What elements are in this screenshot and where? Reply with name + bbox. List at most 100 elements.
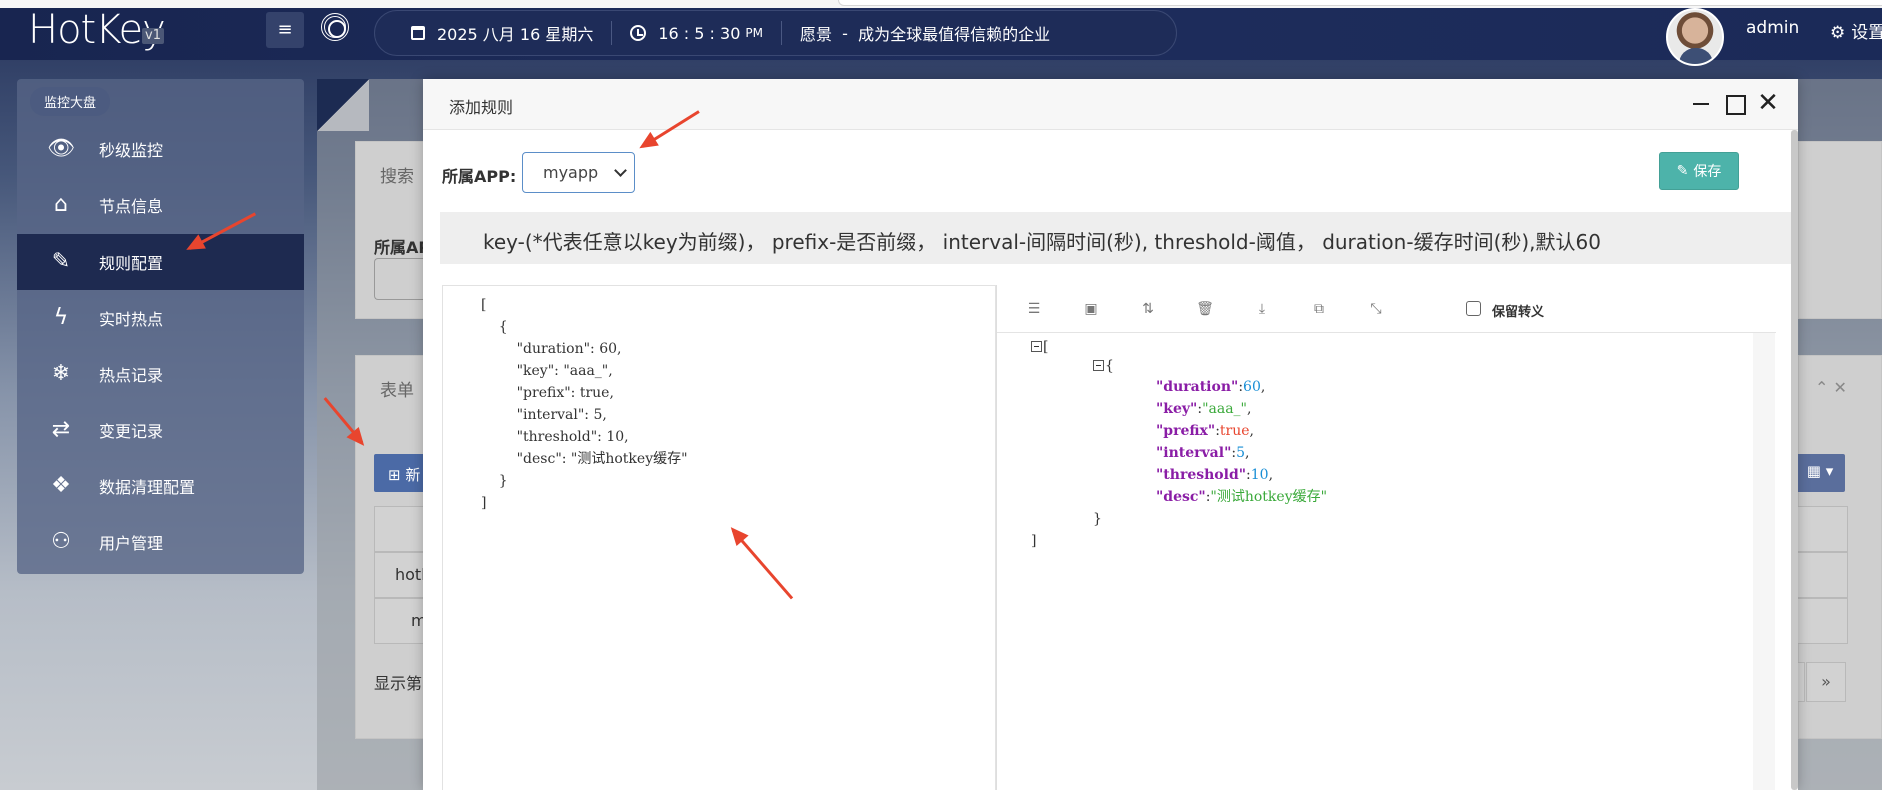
sidebar-item-realtime-hot[interactable]: ϟ 实时热点 <box>17 290 304 346</box>
json-key: "duration" <box>1156 379 1239 395</box>
editor-content[interactable]: [ { "duration": 60, "key": "aaa_", "pref… <box>481 294 688 514</box>
json-value: "测试hotkey缓存" <box>1210 489 1328 505</box>
json-key: "interval" <box>1156 445 1232 461</box>
json-text-editor[interactable]: [ { "duration": 60, "key": "aaa_", "pref… <box>442 285 996 790</box>
table-panel-right: ⌃ ✕ ▦ ▾ » <box>1795 355 1882 739</box>
clock-icon <box>630 25 647 41</box>
preserve-escape-checkbox[interactable] <box>1466 301 1481 316</box>
settings-link[interactable]: ⚙ 设置 <box>1830 18 1882 43</box>
json-object-open[interactable]: { <box>1093 355 1114 377</box>
cubes-icon: ❖ <box>51 473 71 498</box>
sidebar-item-second-monitor[interactable]: 👁 秒级监控 <box>17 121 304 177</box>
vision-display: 愿景 - 成为全球最值得信赖的企业 <box>800 21 1050 45</box>
json-field: "key":"aaa_", <box>1156 401 1252 417</box>
divider <box>780 21 782 45</box>
lifebuoy-icon[interactable] <box>321 13 349 41</box>
close-icon[interactable]: ✕ <box>1756 90 1780 116</box>
sidebar: 监控大盘 👁 秒级监控 ⌂ 节点信息 ✎ 规则配置 ϟ 实时热点 ❄ 热点记录 ⇄ 变更记录… <box>17 79 304 574</box>
json-field: "prefix":true, <box>1156 423 1254 439</box>
sidebar-item-hot-records[interactable]: ❄ 热点记录 <box>17 346 304 402</box>
json-field: "duration":60, <box>1156 379 1266 395</box>
json-value: 10 <box>1250 467 1269 483</box>
bg-header-cell <box>1795 506 1848 552</box>
vision-dash: - <box>831 23 859 43</box>
menu-toggle-icon[interactable]: ≡ <box>266 12 304 48</box>
save-label: 保存 <box>1693 164 1722 180</box>
json-field: "interval":5, <box>1156 445 1250 461</box>
json-key: "desc" <box>1156 489 1206 505</box>
bg-columns-button: ▦ ▾ <box>1795 454 1845 492</box>
dialog-scrollbar[interactable] <box>1791 130 1798 790</box>
eye-icon: 👁 <box>47 136 75 161</box>
json-key: "key" <box>1156 401 1198 417</box>
sidebar-item-label: 规则配置 <box>99 254 164 273</box>
user-name[interactable]: admin <box>1746 18 1799 38</box>
bg-row-cell <box>1795 598 1848 644</box>
json-tree-viewer <box>997 334 1777 790</box>
file-excel-icon[interactable]: ▣ <box>1082 300 1100 318</box>
corner-decoration <box>317 79 369 131</box>
collapse-icon: ⌃ ✕ <box>1815 378 1847 397</box>
time-text: 16 : 5 : 30 <box>658 23 741 43</box>
app-select[interactable]: myapp <box>522 152 635 193</box>
app-label: 所属APP: <box>442 167 517 186</box>
json-value: 60 <box>1243 379 1261 395</box>
sidebar-item-data-cleanup[interactable]: ❖ 数据清理配置 <box>17 458 304 514</box>
sidebar-item-user-management[interactable]: ⚇ 用户管理 <box>17 514 304 570</box>
sidebar-item-label: 节点信息 <box>99 197 164 216</box>
magic-wand-icon: ✎ <box>51 249 71 274</box>
maximize-icon[interactable] <box>1723 91 1747 115</box>
json-value: 5 <box>1236 445 1245 461</box>
settings-label: 设置 <box>1851 23 1882 43</box>
sidebar-item-label: 实时热点 <box>99 310 164 329</box>
avatar[interactable] <box>1666 8 1724 66</box>
sidebar-item-rule-config[interactable]: ✎ 规则配置 <box>17 234 304 290</box>
search-panel-title: 搜索 <box>380 167 414 187</box>
browser-strip <box>0 0 1882 8</box>
vision-text: 成为全球最值得信赖的企业 <box>858 25 1051 44</box>
sidebar-item-node-info[interactable]: ⌂ 节点信息 <box>17 177 304 233</box>
hint-bar: key-(*代表任意以key为前缀)， prefix-是否前缀， interva… <box>440 212 1791 264</box>
save-button[interactable]: ✎ 保存 <box>1659 152 1739 190</box>
json-object-close: } <box>1093 511 1102 527</box>
trash-icon[interactable]: 🗑 <box>1196 300 1214 318</box>
bolt-icon: ϟ <box>53 305 69 330</box>
add-rule-dialog: 添加规则 ✕ 所属APP: myapp ✎ 保存 key-(*代表任意以key为… <box>423 79 1798 790</box>
minimize-icon[interactable] <box>1689 91 1713 115</box>
compress-icon[interactable]: ⤡ <box>1367 300 1385 318</box>
sort-icon[interactable]: ⇅ <box>1139 300 1157 318</box>
json-brace: { <box>1105 358 1114 374</box>
app-select-value: myapp <box>543 163 599 182</box>
home-icon: ⌂ <box>54 192 68 217</box>
collapse-icon[interactable] <box>1093 360 1104 371</box>
top-bar: HotKey v1 ≡ 2025 八月 16 星期六 16 : 5 : 30 P… <box>0 8 1882 66</box>
json-key: "threshold" <box>1156 467 1247 483</box>
json-root-open[interactable]: [ <box>1031 336 1048 358</box>
collapse-icon[interactable] <box>1031 341 1042 352</box>
download-icon[interactable]: ⤓ <box>1253 300 1271 318</box>
table-panel-title: 表单 <box>380 381 414 401</box>
gear-icon: ⚙ <box>1830 23 1846 43</box>
json-bracket: [ <box>1043 339 1049 355</box>
copy-icon[interactable]: ⧉ <box>1310 300 1328 318</box>
bg-app-label: 所属AP <box>374 238 431 257</box>
sidebar-item-label: 数据清理配置 <box>99 478 196 497</box>
json-field: "desc":"测试hotkey缓存" <box>1156 489 1328 505</box>
dialog-title: 添加规则 <box>449 98 514 117</box>
json-value: true <box>1219 423 1250 439</box>
database-icon[interactable]: ☰ <box>1025 300 1043 318</box>
json-root-close: ] <box>1031 533 1037 549</box>
snowflake-icon: ❄ <box>51 361 71 386</box>
calendar-icon <box>411 26 425 40</box>
sidebar-item-label: 热点记录 <box>99 366 164 385</box>
date-display: 2025 八月 16 星期六 <box>411 21 593 45</box>
bg-footer-text: 显示第 <box>374 674 423 693</box>
edit-icon: ✎ <box>1676 163 1689 179</box>
vision-label: 愿景 <box>799 25 832 44</box>
dialog-header: 添加规则 ✕ <box>423 79 1798 130</box>
sidebar-item-change-log[interactable]: ⇄ 变更记录 <box>17 402 304 458</box>
bg-pager-next: » <box>1806 662 1846 702</box>
time-display: 16 : 5 : 30 PM <box>630 24 763 43</box>
divider <box>611 21 613 45</box>
json-field: "threshold":10, <box>1156 467 1274 483</box>
